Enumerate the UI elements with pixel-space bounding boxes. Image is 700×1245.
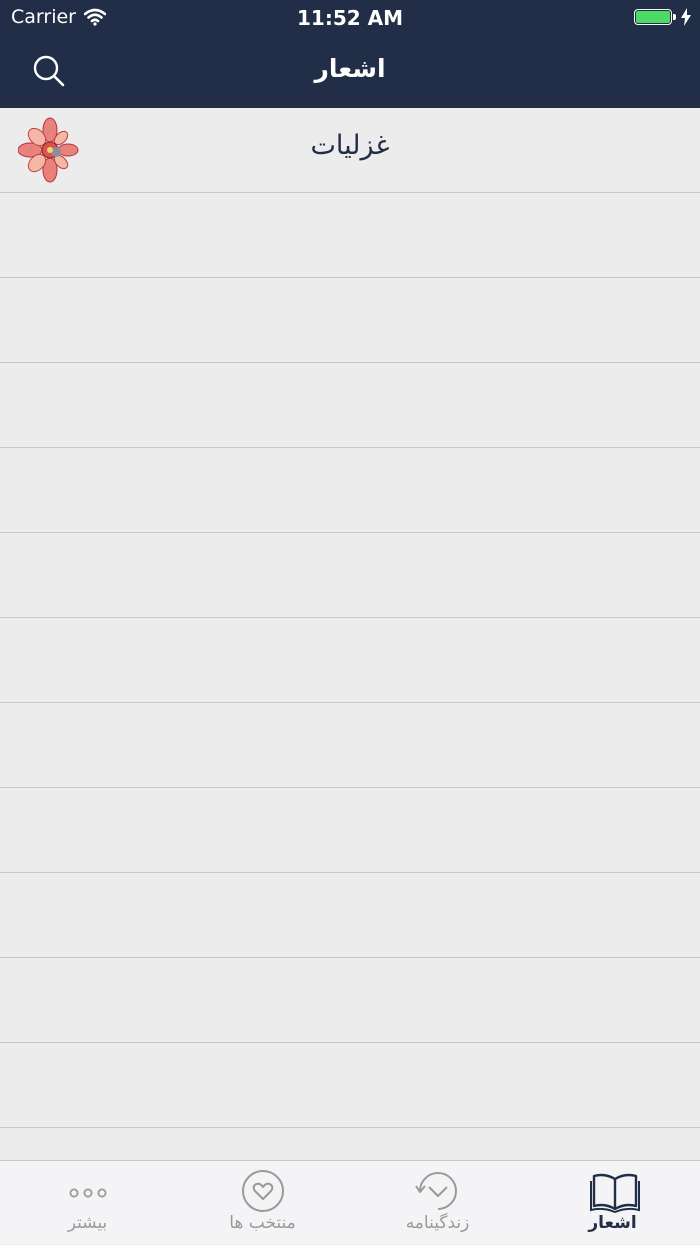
list-item xyxy=(0,703,700,788)
list-item xyxy=(0,448,700,533)
tab-poems[interactable]: اشعار xyxy=(525,1161,700,1245)
list-item xyxy=(0,788,700,873)
tab-label: منتخب ها xyxy=(229,1213,296,1233)
heart-circle-icon xyxy=(242,1170,284,1212)
tab-label: اشعار xyxy=(588,1213,637,1233)
list-item-title: غزلیات xyxy=(310,130,390,161)
poems-list: غزلیات xyxy=(0,108,700,1160)
more-dots-icon xyxy=(69,1188,107,1198)
list-item-ghazaliyat[interactable]: غزلیات xyxy=(0,108,700,193)
charging-bolt-icon xyxy=(681,8,691,26)
list-item xyxy=(0,363,700,448)
page-title: اشعار xyxy=(314,54,386,83)
open-book-icon xyxy=(590,1173,640,1213)
battery-icon xyxy=(634,9,672,25)
list-item xyxy=(0,873,700,958)
tab-label: زندگینامه xyxy=(405,1213,470,1233)
status-time: 11:52 AM xyxy=(296,6,403,30)
list-item xyxy=(0,618,700,703)
tab-biography[interactable]: زندگینامه xyxy=(350,1161,525,1245)
navigation-bar: اشعار xyxy=(0,36,700,108)
tab-more[interactable]: بیشتر xyxy=(0,1161,175,1245)
tab-favorites[interactable]: منتخب ها xyxy=(175,1161,350,1245)
list-item xyxy=(0,1043,700,1128)
tab-label: بیشتر xyxy=(67,1213,108,1233)
battery-level xyxy=(636,11,670,23)
battery-tip xyxy=(673,14,676,20)
tab-bar: بیشتر منتخب ها زندگینامه اشعار xyxy=(0,1160,700,1244)
list-item xyxy=(0,193,700,278)
list-item xyxy=(0,958,700,1043)
history-clock-icon xyxy=(415,1172,457,1210)
status-bar: Carrier 11:52 AM xyxy=(0,0,700,36)
list-item xyxy=(0,533,700,618)
list-item xyxy=(0,1128,700,1160)
list-item xyxy=(0,278,700,363)
